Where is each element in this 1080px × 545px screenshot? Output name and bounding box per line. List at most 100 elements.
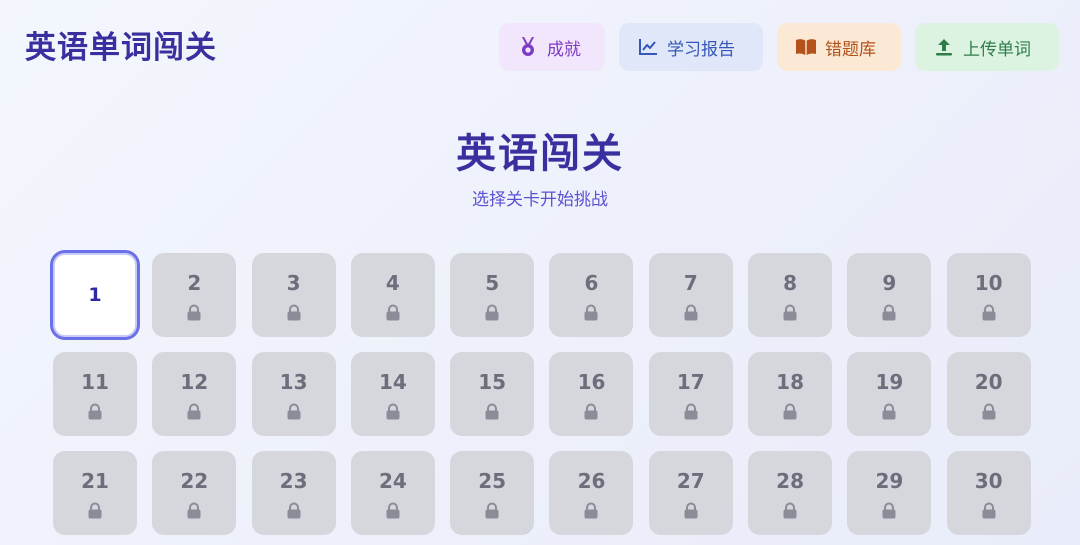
lock-icon	[286, 403, 302, 420]
upload-label: 上传单词	[963, 39, 1031, 60]
lock-icon	[385, 304, 401, 321]
lock-icon	[981, 502, 997, 519]
level-number: 27	[676, 469, 705, 493]
level-number: 23	[279, 469, 308, 493]
level-number: 28	[776, 469, 804, 493]
level-number: 4	[385, 271, 400, 295]
level-tile-4[interactable]: 4	[350, 253, 435, 337]
lock-icon	[484, 502, 500, 519]
level-number: 21	[81, 469, 109, 493]
level-tile-26[interactable]: 26	[549, 451, 634, 535]
level-tile-15[interactable]: 15	[450, 352, 535, 436]
level-number: 12	[180, 370, 209, 394]
level-number: 25	[478, 469, 507, 493]
level-number: 20	[974, 370, 1003, 394]
upload-button[interactable]: 上传单词	[915, 23, 1059, 71]
level-tile-24[interactable]: 24	[350, 451, 435, 535]
lock-icon	[782, 502, 798, 519]
level-tile-18[interactable]: 18	[748, 352, 833, 436]
lock-icon	[683, 502, 699, 519]
level-tile-19[interactable]: 19	[847, 352, 932, 436]
level-number: 14	[378, 370, 407, 394]
lock-icon	[286, 304, 302, 321]
level-tile-17[interactable]: 17	[648, 352, 733, 436]
lock-icon	[881, 304, 897, 321]
level-tile-1[interactable]: 1	[53, 253, 137, 337]
level-tile-3[interactable]: 3	[251, 253, 336, 337]
report-button[interactable]: 学习报告	[619, 23, 763, 71]
level-tile-2[interactable]: 2	[152, 253, 237, 337]
lock-icon	[186, 502, 202, 519]
level-tile-28[interactable]: 28	[748, 451, 833, 535]
lock-icon	[683, 304, 699, 321]
level-tile-12[interactable]: 12	[152, 352, 237, 436]
level-tile-29[interactable]: 29	[847, 451, 932, 535]
lock-icon	[286, 502, 302, 519]
level-tile-14[interactable]: 14	[350, 352, 435, 436]
lock-icon	[186, 403, 202, 420]
lock-icon	[881, 502, 897, 519]
level-number: 16	[577, 370, 606, 394]
level-number: 30	[974, 469, 1003, 493]
level-tile-22[interactable]: 22	[152, 451, 237, 535]
level-tile-30[interactable]: 30	[946, 451, 1031, 535]
toolbar: 成就 学习报告 错题库 上传单词	[499, 23, 1059, 71]
level-number: 5	[485, 271, 500, 295]
level-number: 17	[676, 370, 705, 394]
level-tile-27[interactable]: 27	[648, 451, 733, 535]
level-number: 9	[882, 271, 897, 295]
level-number: 15	[478, 370, 507, 394]
level-tile-21[interactable]: 21	[53, 451, 137, 535]
page-title: 英语闯关	[456, 131, 624, 177]
report-label: 学习报告	[667, 39, 735, 60]
lock-icon	[683, 403, 699, 420]
level-tile-20[interactable]: 20	[946, 352, 1031, 436]
lock-icon	[385, 502, 401, 519]
lock-icon	[87, 403, 103, 420]
level-number: 26	[577, 469, 606, 493]
level-tile-23[interactable]: 23	[251, 451, 336, 535]
level-number: 19	[875, 370, 904, 394]
level-number: 24	[378, 469, 407, 493]
level-tile-10[interactable]: 10	[946, 253, 1031, 337]
level-tile-9[interactable]: 9	[847, 253, 932, 337]
app-header: 英语单词闯关 成就 学习报告 错题库 上传单词	[0, 0, 1080, 95]
level-number: 7	[683, 271, 698, 295]
lock-icon	[981, 304, 997, 321]
lock-icon	[583, 403, 599, 420]
book-icon	[795, 36, 817, 58]
achievements-button[interactable]: 成就	[499, 23, 605, 71]
lock-icon	[881, 403, 897, 420]
lock-icon	[782, 403, 798, 420]
line-chart-icon	[637, 36, 659, 58]
level-tile-5[interactable]: 5	[450, 253, 535, 337]
page-subtitle: 选择关卡开始挑战	[472, 190, 608, 210]
level-number: 6	[584, 271, 599, 295]
level-tile-8[interactable]: 8	[748, 253, 833, 337]
lock-icon	[484, 403, 500, 420]
lock-icon	[87, 502, 103, 519]
level-tile-25[interactable]: 25	[450, 451, 535, 535]
medal-icon	[517, 36, 539, 58]
level-number: 29	[875, 469, 904, 493]
lock-icon	[782, 304, 798, 321]
level-number: 1	[88, 284, 102, 306]
level-number: 22	[180, 469, 209, 493]
level-tile-16[interactable]: 16	[549, 352, 634, 436]
app-title: 英语单词闯关	[25, 30, 217, 66]
wrong-bank-button[interactable]: 错题库	[777, 23, 901, 71]
level-tile-11[interactable]: 11	[53, 352, 137, 436]
lock-icon	[981, 403, 997, 420]
lock-icon	[484, 304, 500, 321]
level-tile-13[interactable]: 13	[251, 352, 336, 436]
level-number: 11	[81, 370, 109, 394]
level-tile-6[interactable]: 6	[549, 253, 634, 337]
level-number: 2	[187, 271, 202, 295]
level-tile-7[interactable]: 7	[648, 253, 733, 337]
level-number: 18	[776, 370, 804, 394]
upload-icon	[933, 36, 955, 58]
lock-icon	[583, 304, 599, 321]
lock-icon	[385, 403, 401, 420]
level-number: 8	[783, 271, 798, 295]
lock-icon	[583, 502, 599, 519]
